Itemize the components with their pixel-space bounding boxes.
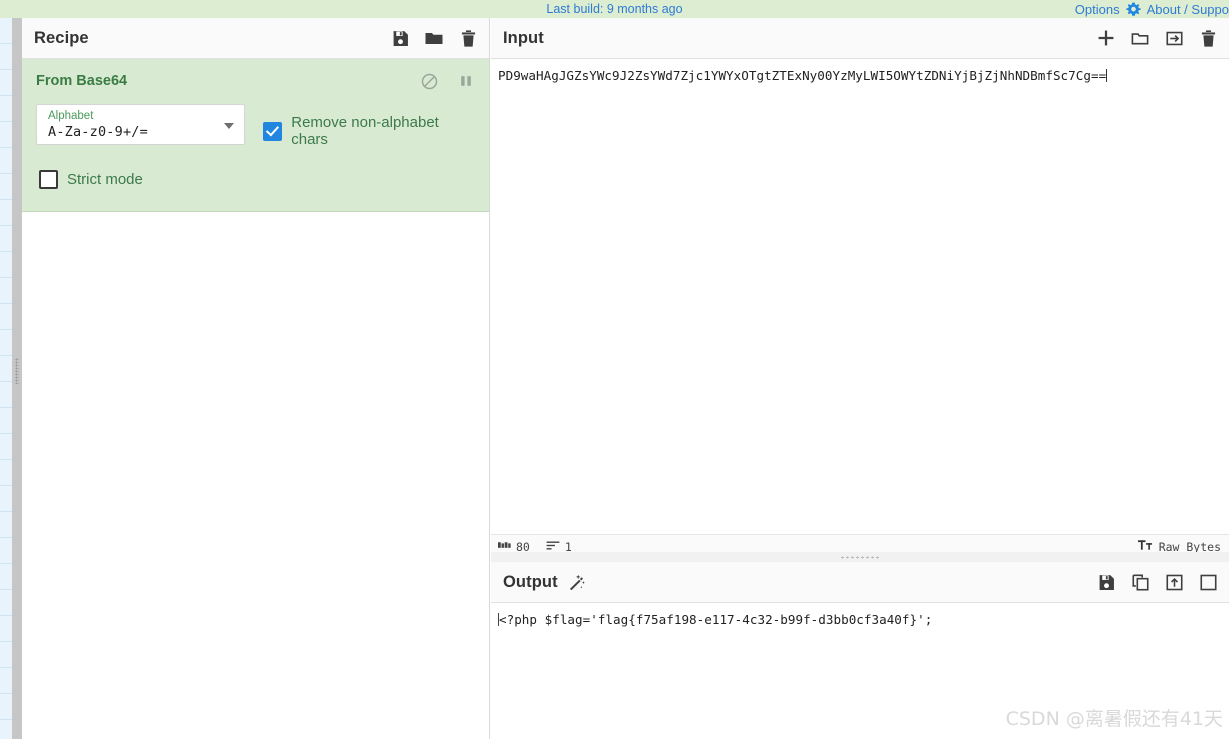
operation-list-item[interactable] (0, 460, 12, 486)
operations-recipe-splitter[interactable] (12, 18, 22, 739)
operation-list-item[interactable] (0, 44, 12, 70)
operation-list-item[interactable] (0, 330, 12, 356)
options-link[interactable]: Options (1075, 2, 1120, 17)
save-output-icon[interactable] (1097, 573, 1115, 591)
alphabet-select[interactable]: Alphabet A-Za-z0-9+/= (36, 104, 246, 145)
output-header: Output (491, 562, 1229, 603)
operation-list-item[interactable] (0, 616, 12, 642)
operation-list-item[interactable] (0, 668, 12, 694)
operation-list-item[interactable] (0, 226, 12, 252)
maximise-output-icon[interactable] (1199, 573, 1217, 591)
output-header-icons (1097, 573, 1217, 591)
alphabet-value: A-Za-z0-9+/= (48, 124, 148, 140)
operation-list-item[interactable] (0, 720, 12, 739)
operation-arguments: Alphabet A-Za-z0-9+/= Remove non-alphabe… (36, 104, 475, 148)
remove-non-alphabet-chars-field[interactable]: Remove non-alphabet chars (263, 114, 475, 148)
operation-list-item[interactable] (0, 590, 12, 616)
copy-output-icon[interactable] (1131, 573, 1149, 591)
output-text: <?php $flag='flag{f75af198-e117-4c32-b99… (491, 603, 1229, 628)
output-title: Output (503, 572, 558, 591)
operation-title-row: From Base64 (36, 72, 475, 90)
operation-list-item[interactable] (0, 96, 12, 122)
input-value: PD9waHAgJGZsYWc9J2ZsYWd7Zjc1YWYxOTgtZTEx… (498, 68, 1107, 83)
operation-list-item[interactable] (0, 18, 12, 44)
operation-list-item[interactable] (0, 200, 12, 226)
output-value: <?php $flag='flag{f75af198-e117-4c32-b99… (499, 612, 933, 627)
clear-recipe-icon[interactable] (459, 29, 477, 47)
remove-non-alphabet-chars-checkbox[interactable] (263, 121, 283, 141)
operation-list-item[interactable] (0, 694, 12, 720)
operation-list-item[interactable] (0, 278, 12, 304)
recipe-header: Recipe (22, 18, 489, 59)
operation-list-item[interactable] (0, 174, 12, 200)
open-file-icon[interactable] (1131, 29, 1149, 47)
recipe-pane: Recipe From Base64 Alphabet A-Za-z0-9+/=… (22, 18, 490, 739)
input-text[interactable]: PD9waHAgJGZsYWc9J2ZsYWd7Zjc1YWYxOTgtZTEx… (491, 59, 1229, 84)
about-support-link[interactable]: About / Suppo (1147, 2, 1229, 17)
splitter-grip (15, 358, 19, 384)
operation-list-item[interactable] (0, 512, 12, 538)
operation-list-item[interactable] (0, 538, 12, 564)
add-input-tab-icon[interactable] (1097, 29, 1115, 47)
operation-list-item[interactable] (0, 642, 12, 668)
operation-name: From Base64 (36, 73, 128, 89)
input-output-splitter[interactable] (491, 552, 1229, 562)
operation-list-item[interactable] (0, 252, 12, 278)
cyberchef-app: Last build: 9 months ago Options About /… (0, 0, 1229, 739)
open-folder-as-input-icon[interactable] (1165, 29, 1183, 47)
strict-mode-label: Strict mode (67, 171, 143, 188)
input-editor[interactable]: PD9waHAgJGZsYWc9J2ZsYWd7Zjc1YWYxOTgtZTEx… (491, 59, 1229, 540)
strict-mode-checkbox[interactable] (39, 170, 58, 189)
input-header-icons (1097, 29, 1217, 47)
operation-list-item[interactable] (0, 564, 12, 590)
operation-list-item[interactable] (0, 382, 12, 408)
recipe-title: Recipe (34, 28, 89, 47)
operations-list[interactable] (0, 18, 12, 739)
disable-icon[interactable] (420, 72, 438, 90)
input-pane: Input PD9waHAgJGZsYWc9J2ZsYWd7Zjc1YWYxOT… (491, 18, 1229, 558)
recipe-operation-from-base64[interactable]: From Base64 Alphabet A-Za-z0-9+/= Remove… (22, 59, 489, 212)
strict-mode-field[interactable]: Strict mode (36, 170, 475, 189)
operation-controls (420, 72, 475, 90)
banner-right-links: Options About / Suppo (1075, 0, 1229, 18)
splitter-grip-horizontal (840, 556, 880, 559)
replace-input-with-output-icon[interactable] (1165, 573, 1183, 591)
operation-list-item[interactable] (0, 122, 12, 148)
input-title: Input (503, 28, 544, 47)
operation-list-item[interactable] (0, 356, 12, 382)
gear-icon[interactable] (1125, 2, 1141, 17)
operation-list-item[interactable] (0, 434, 12, 460)
input-header: Input (491, 18, 1229, 59)
load-recipe-icon[interactable] (425, 29, 443, 47)
pause-breakpoint-icon[interactable] (457, 72, 475, 90)
magic-wand-icon[interactable] (568, 573, 586, 591)
operation-list-item[interactable] (0, 70, 12, 96)
operation-list-item[interactable] (0, 486, 12, 512)
remove-non-alphabet-chars-label: Remove non-alphabet chars (291, 114, 439, 148)
operation-list-item[interactable] (0, 148, 12, 174)
top-banner: Last build: 9 months ago Options About /… (0, 0, 1229, 18)
clear-input-icon[interactable] (1199, 29, 1217, 47)
last-build-text: Last build: 9 months ago (546, 2, 683, 16)
save-recipe-icon[interactable] (391, 29, 409, 47)
operation-list-item[interactable] (0, 408, 12, 434)
chevron-down-icon[interactable] (224, 123, 235, 129)
recipe-header-icons (391, 29, 477, 47)
alphabet-label: Alphabet (48, 110, 94, 122)
watermark: CSDN @离暑假还有41天 (1005, 708, 1223, 730)
text-cursor (1106, 69, 1108, 82)
operation-list-item[interactable] (0, 304, 12, 330)
